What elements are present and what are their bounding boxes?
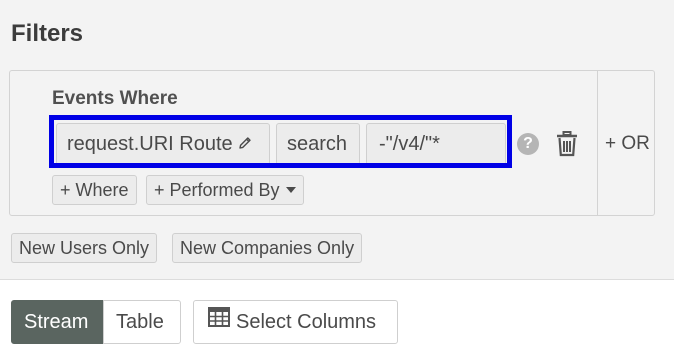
caret-down-icon (285, 186, 296, 193)
stream-view-button[interactable]: Stream (11, 300, 104, 344)
condition-highlight-box (49, 115, 512, 168)
new-companies-only-button[interactable]: New Companies Only (172, 233, 363, 263)
trash-icon[interactable] (556, 131, 578, 162)
filters-title: Filters (11, 20, 84, 47)
add-performed-by-label: + Performed By (154, 180, 280, 200)
table-grid-icon (208, 300, 230, 342)
select-columns-label: Select Columns (236, 311, 377, 333)
new-users-only-button[interactable]: New Users Only (11, 233, 158, 263)
add-performed-by-button[interactable]: + Performed By (146, 175, 304, 205)
filters-section: Filters Events Where request.URI Route s… (0, 0, 674, 280)
table-view-button[interactable]: Table (103, 300, 181, 344)
or-divider (597, 71, 598, 215)
filter-group-panel: Events Where request.URI Route search -"… (9, 70, 655, 216)
add-or-button[interactable]: + OR (605, 133, 650, 155)
select-columns-button[interactable]: Select Columns (193, 300, 398, 344)
question-circle-icon[interactable]: ? (517, 133, 539, 155)
add-where-button[interactable]: + Where (52, 175, 137, 205)
events-where-label: Events Where (52, 88, 178, 109)
